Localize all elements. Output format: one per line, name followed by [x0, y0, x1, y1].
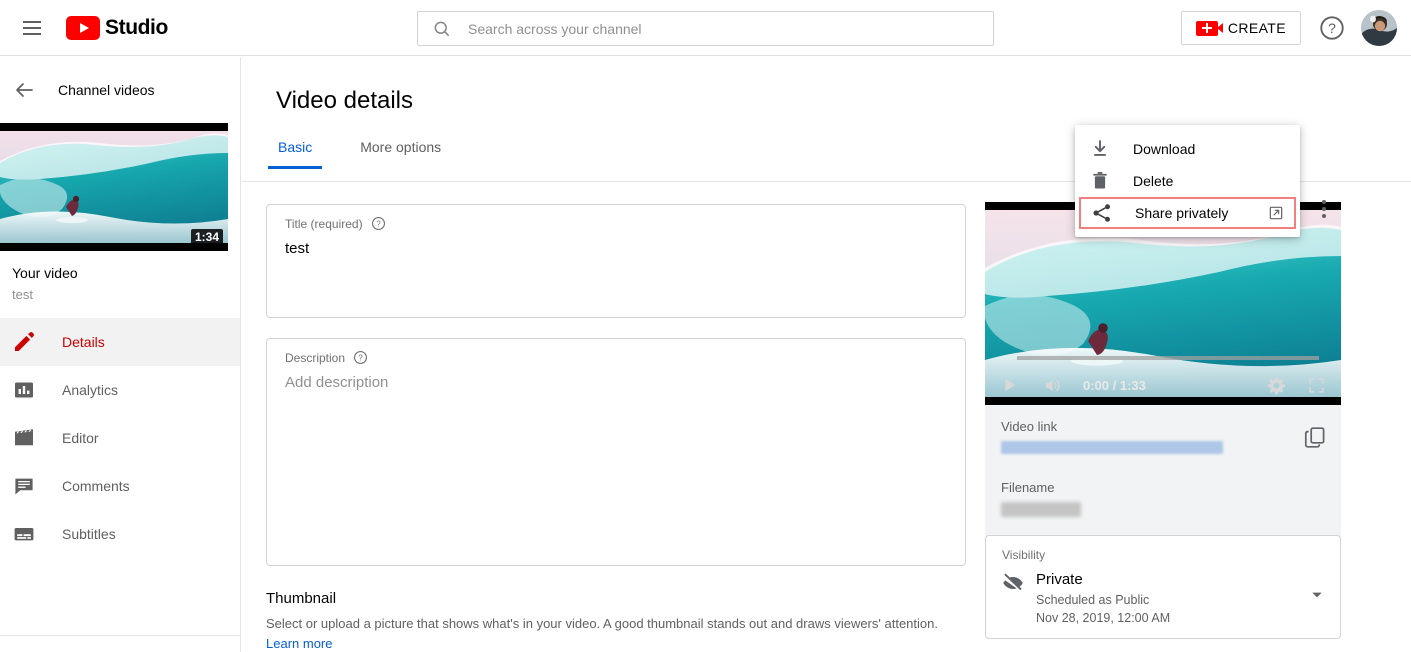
filename-value-redacted: [1001, 502, 1081, 517]
sidebar-divider: [0, 635, 241, 636]
visibility-scheduled-text: Scheduled as Public: [1036, 593, 1150, 607]
video-link-value-redacted[interactable]: [1001, 441, 1223, 454]
clapperboard-icon: [15, 429, 33, 446]
app-header: Studio CREATE ?: [0, 0, 1411, 56]
player-time-label: 0:00 / 1:33: [1083, 377, 1146, 393]
arrow-left-icon: [16, 83, 33, 97]
subtitles-icon: [14, 528, 34, 541]
description-field-label-row: Description ?: [285, 350, 368, 365]
menu-item-label: Delete: [1133, 173, 1174, 189]
visibility-row: Private Scheduled as Public Nov 28, 2019…: [1002, 571, 1324, 627]
create-button[interactable]: CREATE: [1180, 11, 1301, 45]
visibility-label: Visibility: [1002, 548, 1046, 562]
search-input[interactable]: [468, 20, 948, 37]
sidebar-item-label: Details: [62, 334, 105, 350]
more-vertical-icon[interactable]: [1308, 193, 1340, 225]
trash-icon: [1093, 172, 1107, 189]
player-progress-bar[interactable]: [1017, 356, 1319, 360]
help-circle-icon[interactable]: ?: [1318, 14, 1346, 42]
title-field-label-row: Title (required) ?: [285, 216, 386, 231]
sidebar-item-subtitles[interactable]: Subtitles: [0, 510, 240, 558]
external-link-icon: [1269, 206, 1283, 220]
sidebar-item-editor[interactable]: Editor: [0, 414, 240, 462]
main-content: Video details Basic More options Downloa…: [242, 57, 1411, 652]
sidebar-item-label: Analytics: [62, 382, 119, 398]
title-field-label: Title (required): [285, 216, 363, 231]
share-icon: [1093, 204, 1110, 222]
sidebar-item-label: Subtitles: [62, 526, 116, 542]
thumbnail-description: Select or upload a picture that shows wh…: [266, 616, 938, 631]
tab-basic[interactable]: Basic: [267, 139, 323, 169]
hamburger-icon[interactable]: [12, 8, 52, 48]
page-title: Video details: [276, 87, 413, 114]
thumbnail-section: Thumbnail Select or upload a picture tha…: [266, 590, 938, 651]
avatar[interactable]: [1361, 10, 1397, 46]
svg-text:?: ?: [376, 219, 381, 228]
sidebar-item-details[interactable]: Details: [0, 318, 240, 366]
menu-item-download[interactable]: Download: [1075, 133, 1300, 165]
title-field-value[interactable]: test: [285, 240, 309, 257]
menu-item-share-privately[interactable]: Share privately: [1079, 197, 1296, 229]
svg-text:?: ?: [358, 353, 363, 362]
chevron-down-icon[interactable]: [1310, 588, 1324, 602]
download-icon: [1094, 140, 1106, 156]
options-dropdown-menu: Download Delete Share privately: [1075, 125, 1300, 237]
sidebar-item-label: Editor: [62, 430, 99, 446]
description-field[interactable]: Description ? Add description: [266, 338, 966, 566]
visibility-value: Private: [1036, 571, 1083, 588]
menu-item-label: Download: [1133, 141, 1196, 157]
play-icon[interactable]: [997, 372, 1023, 398]
visibility-scheduled-date: Nov 28, 2019, 12:00 AM: [1036, 611, 1171, 626]
video-meta: Your video test: [0, 251, 240, 318]
volume-icon[interactable]: [1039, 372, 1065, 398]
sidebar-video-subtitle: test: [12, 287, 33, 302]
title-field[interactable]: Title (required) ? test: [266, 204, 966, 318]
sidebar-item-analytics[interactable]: Analytics: [0, 366, 240, 414]
video-camera-plus-icon: [1195, 20, 1223, 36]
studio-logo[interactable]: Studio: [66, 15, 168, 40]
bar-chart-icon: [15, 382, 33, 398]
video-thumbnail[interactable]: 1:34: [0, 123, 228, 251]
search-icon: [434, 21, 450, 36]
tab-more-options[interactable]: More options: [358, 139, 443, 169]
sidebar-video-title: Your video: [12, 265, 78, 281]
pencil-icon: [15, 332, 34, 351]
sidebar: Channel videos 1:34 Your video test Deta…: [0, 57, 241, 652]
menu-item-delete[interactable]: Delete: [1075, 165, 1300, 197]
tabs: Basic More options: [267, 139, 487, 169]
learn-more-link[interactable]: Learn more: [266, 636, 938, 651]
thumbnail-heading: Thumbnail: [266, 590, 337, 607]
description-field-placeholder[interactable]: Add description: [285, 374, 388, 391]
comment-icon: [15, 478, 33, 495]
sidebar-item-label: Comments: [62, 478, 130, 494]
fullscreen-icon[interactable]: [1303, 372, 1329, 398]
copy-icon[interactable]: [1303, 425, 1327, 449]
back-to-channel-videos[interactable]: Channel videos: [0, 57, 240, 123]
youtube-logo-icon: [66, 15, 100, 40]
create-button-label: CREATE: [1227, 20, 1286, 36]
sidebar-item-comments[interactable]: Comments: [0, 462, 240, 510]
brand-text: Studio: [105, 15, 168, 39]
menu-item-label: Share privately: [1135, 205, 1229, 221]
video-link-label: Video link: [1001, 419, 1058, 434]
description-field-label: Description: [285, 350, 346, 365]
help-circle-icon[interactable]: ?: [371, 216, 386, 231]
svg-text:?: ?: [1328, 20, 1336, 36]
video-duration-badge: 1:34: [190, 229, 223, 245]
back-label: Channel videos: [58, 82, 155, 98]
gear-icon[interactable]: [1263, 372, 1289, 398]
visibility-card[interactable]: Visibility Private Scheduled as Public N…: [985, 535, 1341, 639]
search-bar[interactable]: [417, 11, 994, 46]
filename-label: Filename: [1001, 480, 1055, 495]
player-controls: 0:00 / 1:33: [985, 365, 1341, 405]
help-circle-icon[interactable]: ?: [353, 350, 368, 365]
eye-off-icon: [1003, 573, 1023, 592]
